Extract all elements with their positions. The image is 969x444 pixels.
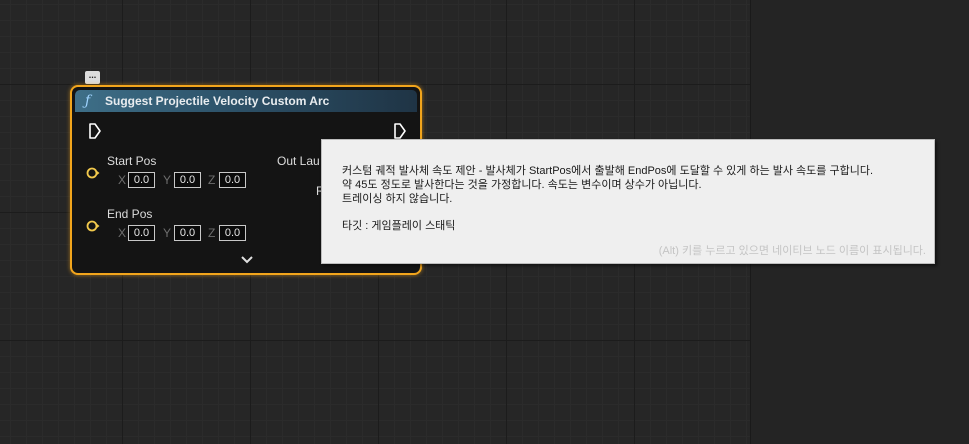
start-pos-z-label: Z: [208, 173, 216, 187]
end-pos-z-label: Z: [208, 226, 216, 240]
start-pos-pin-icon[interactable]: [86, 166, 100, 180]
end-pos-y-input[interactable]: 0.0: [174, 225, 201, 241]
start-pos-label: Start Pos: [107, 154, 157, 168]
node-tooltip: 커스텀 궤적 발사체 속도 제안 - 발사체가 StartPos에서 출발해 E…: [321, 139, 935, 264]
exec-in-pin-icon[interactable]: [88, 123, 102, 139]
start-pos-y-input[interactable]: 0.0: [174, 172, 201, 188]
start-pos-x-input[interactable]: 0.0: [128, 172, 155, 188]
end-pos-x-input[interactable]: 0.0: [128, 225, 155, 241]
tooltip-hint: (Alt) 키를 누르고 있으면 네이티브 노드 이름이 표시됩니다.: [658, 245, 926, 257]
comment-bubble-icon[interactable]: ...: [85, 71, 100, 84]
start-pos-x-label: X: [118, 173, 127, 187]
end-pos-label: End Pos: [107, 207, 153, 221]
node-header[interactable]: ƒ Suggest Projectile Velocity Custom Arc: [75, 90, 417, 112]
end-pos-pin-icon[interactable]: [86, 219, 100, 233]
start-pos-z-input[interactable]: 0.0: [219, 172, 246, 188]
tooltip-target: 타깃 : 게임플레이 스태틱: [342, 220, 456, 232]
out-launch-velocity-label: Out Lau: [277, 154, 320, 168]
exec-out-pin-icon[interactable]: [393, 123, 407, 139]
function-icon: ƒ: [85, 93, 91, 109]
end-pos-x-label: X: [118, 226, 127, 240]
tooltip-line-3: 트레이싱 하지 않습니다.: [342, 193, 453, 205]
chevron-down-icon[interactable]: [240, 255, 254, 265]
end-pos-z-input[interactable]: 0.0: [219, 225, 246, 241]
node-title: Suggest Projectile Velocity Custom Arc: [105, 94, 330, 108]
end-pos-y-label: Y: [163, 226, 172, 240]
start-pos-y-label: Y: [163, 173, 172, 187]
